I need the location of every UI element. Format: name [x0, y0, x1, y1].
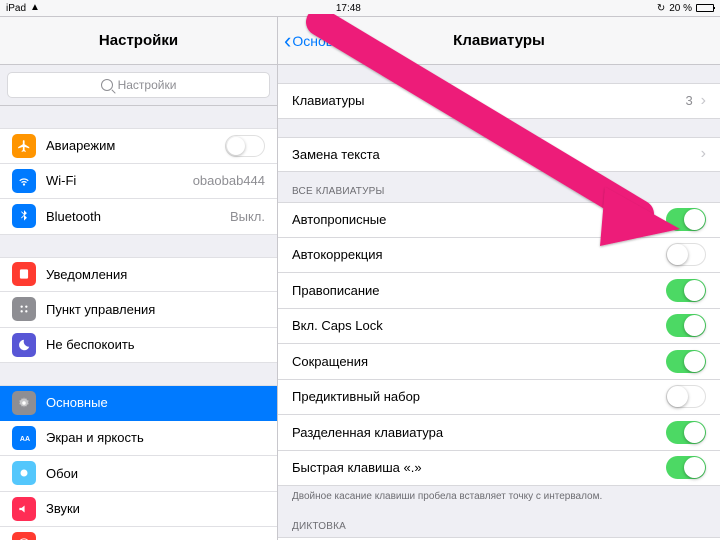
row-toggle-1[interactable]: Автокоррекция [278, 238, 720, 274]
toggle-switch[interactable] [666, 456, 706, 479]
chevron-right-icon: › [701, 92, 706, 110]
airplane-toggle[interactable] [225, 135, 265, 157]
airplane-icon [12, 134, 36, 158]
sidebar-item-airplane[interactable]: Авиарежим [0, 128, 277, 164]
battery-pct: 20 % [669, 3, 692, 14]
dnd-icon [12, 333, 36, 357]
display-icon: AA [12, 426, 36, 450]
sidebar-item-bluetooth[interactable]: Bluetooth Выкл. [0, 199, 277, 235]
row-text-replacement[interactable]: Замена текста › [278, 137, 720, 173]
sounds-icon [12, 497, 36, 521]
row-toggle-7[interactable]: Быстрая клавиша «.» [278, 451, 720, 487]
toggle-switch[interactable] [666, 279, 706, 302]
battery-icon [696, 4, 714, 12]
control-center-icon [12, 297, 36, 321]
sidebar-item-control-center[interactable]: Пункт управления [0, 292, 277, 328]
section-header-all-keyboards: ВСЕ КЛАВИАТУРЫ [278, 172, 720, 202]
toggle-switch[interactable] [666, 208, 706, 231]
chevron-left-icon: ‹ [284, 30, 291, 52]
row-toggle-5[interactable]: Предиктивный набор [278, 380, 720, 416]
notifications-icon [12, 262, 36, 286]
row-toggle-3[interactable]: Вкл. Caps Lock [278, 309, 720, 345]
detail-header: ‹ Основные Клавиатуры [278, 17, 720, 65]
sidebar-item-wifi[interactable]: Wi-Fi obaobab444 [0, 164, 277, 200]
toggle-switch[interactable] [666, 385, 706, 408]
wifi-icon [12, 169, 36, 193]
row-toggle-6[interactable]: Разделенная клавиатура [278, 415, 720, 451]
section-header-dictation: ДИКТОВКА [278, 507, 720, 537]
svg-text:AA: AA [20, 436, 30, 443]
sidebar-item-wallpaper[interactable]: Обои [0, 456, 277, 492]
sidebar-item-dnd[interactable]: Не беспокоить [0, 328, 277, 364]
wifi-icon: ▲ [30, 3, 40, 13]
search-icon [101, 79, 113, 91]
toggle-switch[interactable] [666, 243, 706, 266]
sidebar-item-sounds[interactable]: Звуки [0, 492, 277, 528]
detail-panel: ‹ Основные Клавиатуры Клавиатуры 3 › Зам… [278, 17, 720, 540]
lock-icon [12, 532, 36, 540]
sidebar-item-display[interactable]: AA Экран и яркость [0, 421, 277, 457]
toggle-switch[interactable] [666, 314, 706, 337]
status-bar: iPad ▲ 17:48 ↻ 20 % [0, 0, 720, 16]
chevron-right-icon: › [701, 145, 706, 163]
sidebar-item-general[interactable]: Основные [0, 385, 277, 421]
row-toggle-0[interactable]: Автопрописные [278, 202, 720, 238]
status-time: 17:48 [40, 3, 657, 14]
sidebar-item-notifications[interactable]: Уведомления [0, 257, 277, 293]
row-keyboards[interactable]: Клавиатуры 3 › [278, 83, 720, 119]
gear-icon [12, 391, 36, 415]
sidebar-title: Настройки [99, 32, 178, 49]
row-toggle-2[interactable]: Правописание [278, 273, 720, 309]
wallpaper-icon [12, 461, 36, 485]
toggle-switch[interactable] [666, 350, 706, 373]
back-button[interactable]: ‹ Основные [278, 30, 359, 52]
settings-sidebar: Настройки Настройки Авиарежим Wi-Fi obao… [0, 17, 278, 540]
sidebar-item-passcode[interactable]: Пароль [0, 527, 277, 540]
toggle-switch[interactable] [666, 421, 706, 444]
device-label: iPad [6, 3, 26, 14]
search-input[interactable]: Настройки [7, 72, 270, 98]
row-toggle-4[interactable]: Сокращения [278, 344, 720, 380]
section-footer: Двойное касание клавиши пробела вставляе… [278, 486, 720, 507]
sidebar-header: Настройки [0, 17, 277, 65]
bluetooth-icon [12, 204, 36, 228]
